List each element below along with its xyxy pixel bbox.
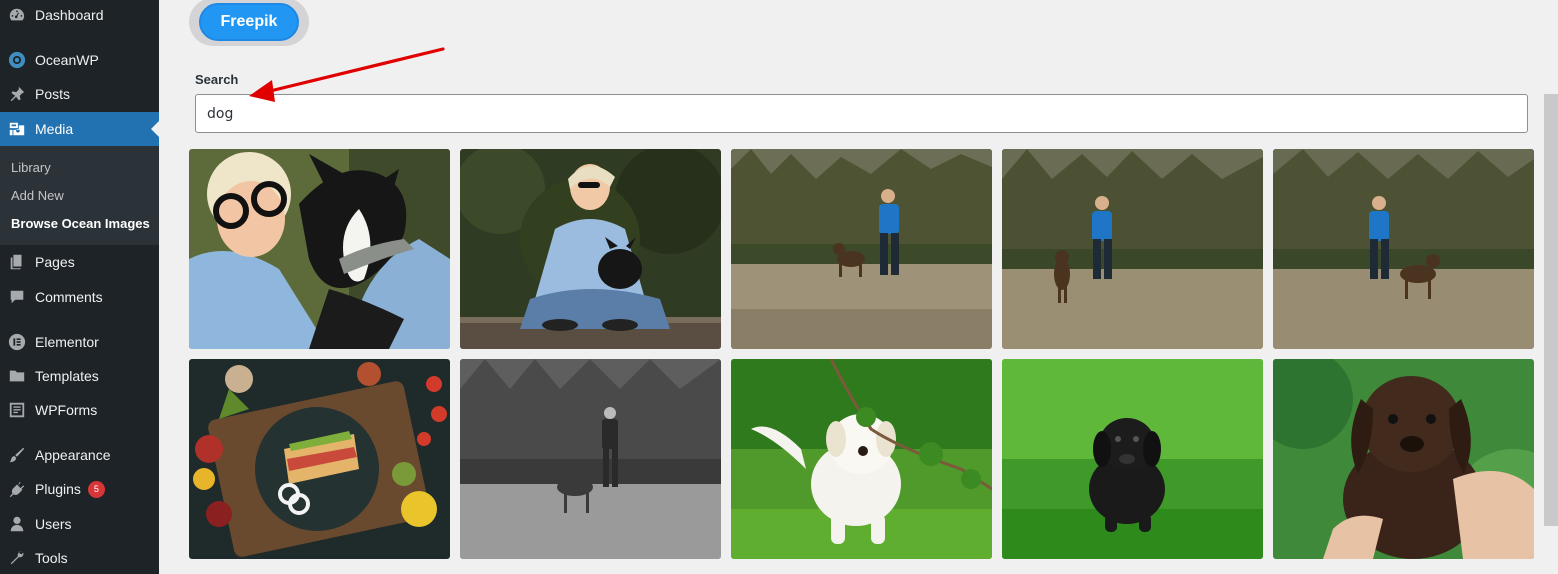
media-icon — [7, 119, 27, 139]
menu-plugins[interactable]: Plugins 5 — [0, 472, 159, 506]
active-indicator — [151, 121, 159, 137]
comments-icon — [7, 287, 27, 307]
plugins-update-badge: 5 — [87, 480, 105, 498]
elementor-icon — [7, 332, 27, 352]
menu-plugins-label: Plugins — [35, 481, 81, 497]
menu-templates-label: Templates — [35, 368, 99, 384]
menu-users[interactable]: Users — [0, 507, 159, 541]
menu-tools-label: Tools — [35, 550, 68, 566]
result-thumbnail[interactable] — [1273, 149, 1534, 349]
menu-tools[interactable]: Tools — [0, 541, 159, 574]
menu-posts-label: Posts — [35, 86, 71, 102]
result-thumbnail[interactable] — [460, 359, 721, 559]
menu-pages[interactable]: Pages — [0, 245, 159, 279]
menu-appearance-label: Appearance — [35, 447, 111, 463]
menu-media-label: Media — [35, 121, 74, 137]
menu-wpforms[interactable]: WPForms — [0, 393, 159, 427]
user-icon — [7, 514, 27, 534]
menu-oceanwp-label: OceanWP — [35, 52, 99, 68]
pin-icon — [7, 84, 27, 104]
menu-comments[interactable]: Comments — [0, 280, 159, 314]
submenu-browse-ocean-images[interactable]: Browse Ocean Images — [11, 216, 150, 231]
folder-icon — [7, 366, 27, 386]
menu-pages-label: Pages — [35, 254, 75, 270]
freepik-source-button[interactable]: Freepik — [199, 3, 299, 41]
result-thumbnail[interactable] — [460, 149, 721, 349]
admin-sidebar: Dashboard OceanWP Posts Media Library Ad… — [0, 0, 159, 574]
oceanwp-icon — [7, 50, 27, 70]
wrench-icon — [7, 548, 27, 568]
menu-oceanwp[interactable]: OceanWP — [0, 43, 159, 77]
brush-icon — [7, 445, 27, 465]
annotation-arrow — [249, 47, 445, 102]
menu-appearance[interactable]: Appearance — [0, 438, 159, 472]
menu-elementor[interactable]: Elementor — [0, 325, 159, 359]
scrollbar[interactable] — [1544, 94, 1558, 526]
menu-dashboard[interactable]: Dashboard — [0, 0, 159, 32]
submenu-library[interactable]: Library — [11, 160, 51, 175]
result-thumbnail[interactable] — [189, 359, 450, 559]
dashboard-icon — [7, 5, 27, 25]
menu-posts[interactable]: Posts — [0, 77, 159, 111]
search-label: Search — [195, 72, 239, 87]
result-thumbnail[interactable] — [1002, 149, 1263, 349]
submenu-add-new[interactable]: Add New — [11, 188, 64, 203]
result-thumbnail[interactable] — [731, 359, 992, 559]
result-thumbnail[interactable] — [731, 149, 992, 349]
media-submenu: Library Add New Browse Ocean Images — [0, 146, 159, 245]
result-thumbnail[interactable] — [1002, 359, 1263, 559]
menu-templates[interactable]: Templates — [0, 359, 159, 393]
result-thumbnail[interactable] — [1273, 359, 1534, 559]
plugin-icon — [7, 479, 27, 499]
result-thumbnail[interactable] — [189, 149, 450, 349]
menu-users-label: Users — [35, 516, 72, 532]
pages-icon — [7, 252, 27, 272]
menu-media[interactable]: Media — [0, 112, 159, 146]
forms-icon — [7, 400, 27, 420]
menu-wpforms-label: WPForms — [35, 402, 98, 418]
menu-elementor-label: Elementor — [35, 334, 99, 350]
menu-comments-label: Comments — [35, 289, 103, 305]
menu-dashboard-label: Dashboard — [35, 7, 104, 23]
